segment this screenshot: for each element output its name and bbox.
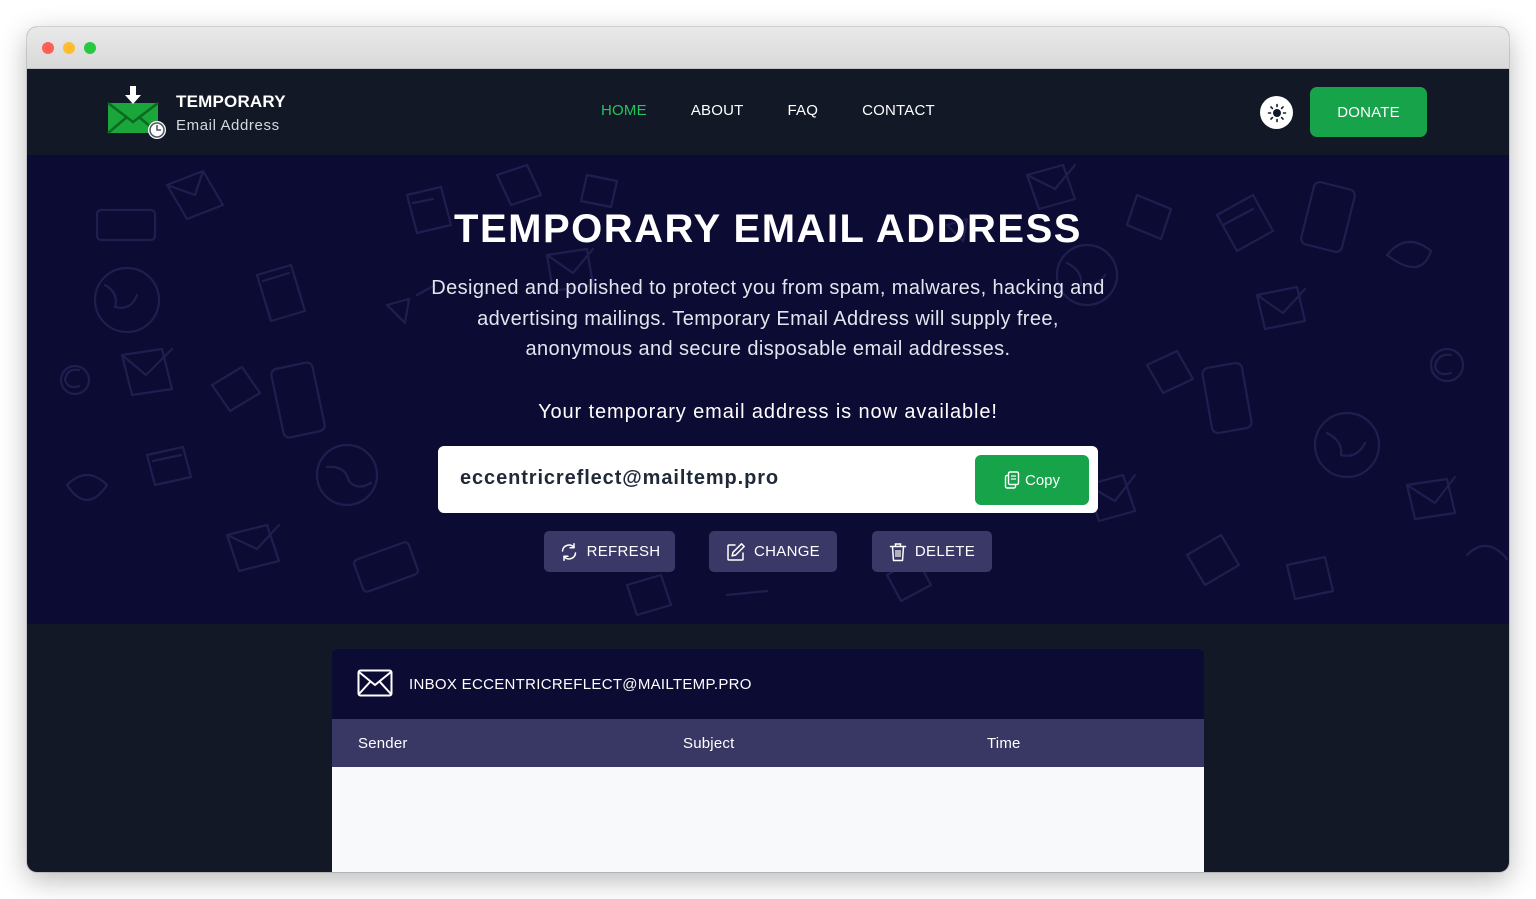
sun-icon [1267,103,1286,122]
nav-about[interactable]: ABOUT [691,102,744,119]
delete-button[interactable]: DELETE [872,531,992,572]
close-window-button[interactable] [42,42,54,54]
email-status-text: Your temporary email address is now avai… [538,401,998,423]
change-button-label: CHANGE [754,543,820,560]
window-titlebar [27,27,1509,69]
envelope-icon [357,669,393,697]
copy-icon [1004,471,1020,489]
change-button[interactable]: CHANGE [709,531,837,572]
inbox-title: INBOX ECCENTRICREFLECT@MAILTEMP.PRO [409,676,752,693]
hero-section: TEMPORARY EMAIL ADDRESS Designed and pol… [27,155,1509,624]
maximize-window-button[interactable] [84,42,96,54]
refresh-icon [561,542,576,561]
minimize-window-button[interactable] [63,42,75,54]
inbox-table-header: Sender Subject Time [332,719,1204,767]
donate-button[interactable]: DONATE [1310,87,1427,137]
email-address-box: eccentricreflect@mailtemp.pro Copy [438,446,1098,513]
inbox-message-list [332,767,1204,872]
brand-title[interactable]: TEMPORARY [176,92,286,112]
column-header-time: Time [987,735,1021,752]
refresh-button-label: REFRESH [586,543,661,560]
trash-icon [889,542,907,561]
inbox-panel: INBOX ECCENTRICREFLECT@MAILTEMP.PRO Send… [332,649,1204,872]
hero-title: TEMPORARY EMAIL ADDRESS [454,207,1082,251]
main-nav: HOME ABOUT FAQ CONTACT [601,102,935,119]
temp-email-value[interactable]: eccentricreflect@mailtemp.pro [460,467,779,490]
copy-button[interactable]: Copy [975,455,1089,505]
browser-window: TEMPORARY Email Address HOME ABOUT FAQ C… [27,27,1509,872]
delete-button-label: DELETE [914,543,976,560]
nav-contact[interactable]: CONTACT [862,102,935,119]
theme-toggle-button[interactable] [1260,96,1293,129]
nav-home[interactable]: HOME [601,102,647,119]
column-header-subject: Subject [683,735,735,752]
copy-button-label: Copy [1024,471,1061,489]
hero-description: Designed and polished to protect you fro… [431,277,1105,360]
brand-subtitle[interactable]: Email Address [176,117,280,134]
top-navbar: TEMPORARY Email Address HOME ABOUT FAQ C… [27,69,1509,155]
inbox-header: INBOX ECCENTRICREFLECT@MAILTEMP.PRO [332,649,1204,719]
edit-icon [727,542,745,561]
nav-faq[interactable]: FAQ [788,102,819,119]
column-header-sender: Sender [358,735,408,752]
refresh-button[interactable]: REFRESH [544,531,675,572]
mail-download-logo-icon[interactable] [107,85,167,141]
